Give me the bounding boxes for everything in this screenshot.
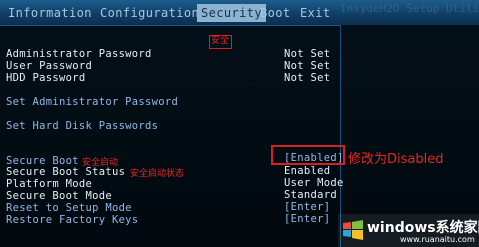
restore-factory-keys-value[interactable]: [Enter] [284,213,330,225]
tab-information[interactable]: Information [8,4,92,22]
divider-top [0,25,340,26]
tab-exit[interactable]: Exit [300,4,331,22]
secure-boot-highlight-box [271,145,345,165]
platform-mode-label: Platform Mode [6,178,93,190]
set-hdd-passwords-link[interactable]: Set Hard Disk Passwords [6,120,158,132]
set-admin-password-link[interactable]: Set Administrator Password [6,96,178,108]
secure-boot-status-note: 安全启动状态 [130,169,185,179]
secure-boot-status-label: Secure Boot Status [6,166,126,178]
tab-security[interactable]: Security [197,4,266,22]
admin-password-value: Not Set [284,48,331,60]
secure-boot-mode-label: Secure Boot Mode [6,190,112,202]
admin-password-label: Administrator Password [6,48,152,60]
restore-factory-keys-label[interactable]: Restore Factory Keys [6,214,138,226]
watermark-url: www.ruanaitu.com [400,235,475,244]
bios-menu-bar: Information Configuration Security Boot … [0,0,479,25]
windows-logo-icon [343,220,363,240]
hdd-password-label: HDD Password [6,72,86,84]
user-password-value: Not Set [284,60,331,72]
secure-boot-annotation: 修改为Disabled [348,152,444,167]
secure-boot-mode-value[interactable]: Standard [284,189,337,201]
hdd-password-value: Not Set [284,72,331,84]
tab-configuration[interactable]: Configuration [100,4,199,22]
reset-setup-mode-value[interactable]: [Enter] [284,201,330,213]
watermark-name: windows系统家园 [367,220,479,236]
platform-mode-value: User Mode [284,177,344,189]
bios-brand: InsydeH2O Setup Utility [340,2,479,15]
user-password-label: User Password [6,60,93,72]
tab-boot[interactable]: Boot [260,4,291,22]
secure-boot-status-value: Enabled [284,165,331,177]
security-annotation-text: 安全 [211,36,230,46]
bios-screen: Information Configuration Security Boot … [0,0,479,247]
reset-setup-mode-label[interactable]: Reset to Setup Mode [6,202,132,214]
